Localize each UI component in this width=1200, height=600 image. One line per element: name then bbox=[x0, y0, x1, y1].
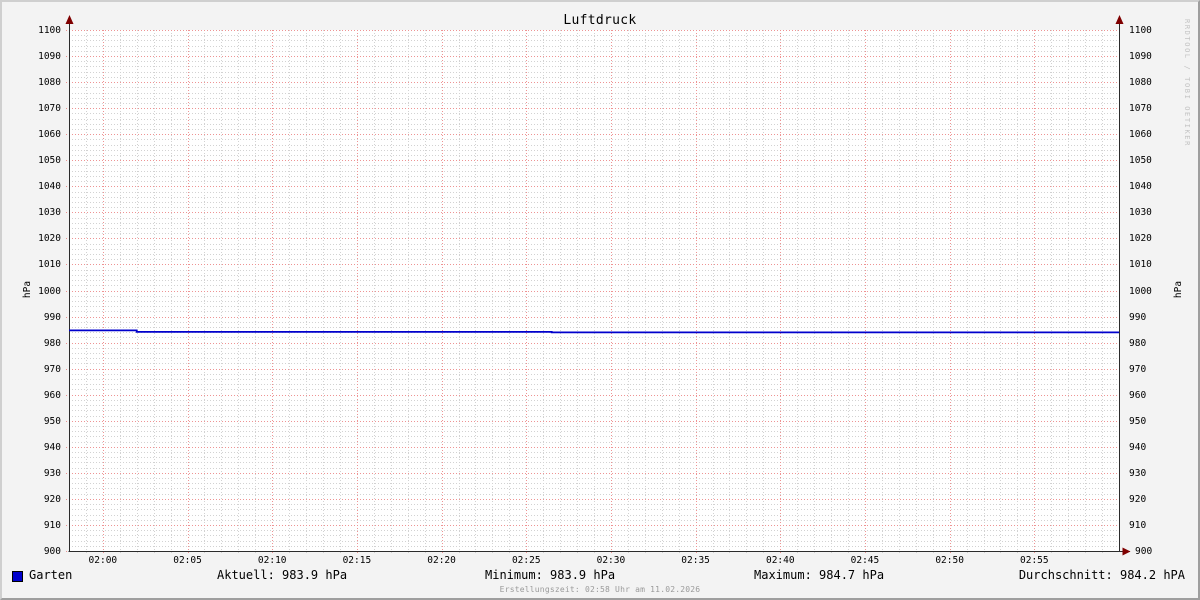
x-tick-label: 02:45 bbox=[850, 555, 880, 566]
y-tick-label-left: 1060 bbox=[38, 129, 61, 140]
y-tick-label-right: 1050 bbox=[1129, 155, 1152, 166]
y-tick-label-left: 940 bbox=[43, 442, 61, 453]
y-tick-label-left: 1010 bbox=[38, 259, 61, 270]
y-tick-label-right: 1030 bbox=[1129, 207, 1152, 218]
stat-minimum: Minimum: 983.9 hPa bbox=[485, 568, 616, 582]
y-tick-label-right: 1000 bbox=[1129, 286, 1152, 297]
x-tick-label: 02:40 bbox=[765, 555, 795, 566]
x-tick-label: 02:05 bbox=[173, 555, 202, 566]
x-axis-arrow-icon bbox=[1122, 547, 1131, 556]
y-tick-label-left: 960 bbox=[43, 390, 61, 401]
y-tick-label-right: 900 bbox=[1135, 546, 1153, 557]
y-tick-label-right: 1070 bbox=[1129, 103, 1152, 114]
y-tick-label-right: 1010 bbox=[1129, 259, 1152, 270]
y-tick-label-left: 900 bbox=[43, 546, 61, 557]
y-tick-label-right: 990 bbox=[1129, 312, 1147, 323]
stat-maximum: Maximum: 984.7 hPa bbox=[754, 568, 885, 582]
y-axis-arrow-left-icon bbox=[65, 15, 74, 24]
stat-durchschnitt: Durchschnitt: 984.2 hPA bbox=[1018, 568, 1185, 582]
y-tick-label-left: 920 bbox=[43, 494, 61, 505]
y-tick-label-left: 950 bbox=[43, 416, 61, 427]
x-tick-label: 02:55 bbox=[1020, 555, 1049, 566]
y-tick-label-right: 1040 bbox=[1129, 181, 1152, 192]
y-tick-label-right: 910 bbox=[1129, 520, 1147, 531]
y-tick-label-left: 910 bbox=[43, 520, 61, 531]
y-tick-label-left: 980 bbox=[43, 338, 61, 349]
rrdtool-graph: Luftdruck RRDTOOL / TOBI OETIKER hPa hPa… bbox=[0, 0, 1200, 600]
y-tick-label-right: 1100 bbox=[1129, 25, 1152, 36]
x-tick-label: 02:50 bbox=[935, 555, 964, 566]
y-tick-label-right: 1090 bbox=[1129, 51, 1152, 62]
legend-swatch-garten bbox=[12, 571, 23, 582]
y-tick-label-right: 960 bbox=[1129, 390, 1147, 401]
plot-area bbox=[65, 15, 1131, 556]
y-tick-label-left: 1020 bbox=[38, 233, 61, 244]
stat-aktuell: Aktuell: 983.9 hPa bbox=[217, 568, 348, 582]
y-tick-label-left: 1040 bbox=[38, 181, 61, 192]
y-tick-label-right: 1080 bbox=[1129, 77, 1152, 88]
x-tick-label: 02:10 bbox=[257, 555, 287, 566]
y-tick-label-left: 1080 bbox=[38, 77, 61, 88]
x-tick-label: 02:30 bbox=[596, 555, 626, 566]
y-tick-label-left: 990 bbox=[43, 312, 61, 323]
x-tick-label: 02:15 bbox=[342, 555, 372, 566]
creation-time: Erstellungszeit: 02:58 Uhr am 11.02.2026 bbox=[499, 585, 701, 594]
y-tick-label-left: 930 bbox=[43, 468, 61, 479]
y-tick-label-left: 1100 bbox=[38, 25, 61, 36]
y-tick-label-right: 1020 bbox=[1129, 233, 1152, 244]
legend-label-garten: Garten bbox=[29, 568, 73, 582]
y-tick-label-left: 1070 bbox=[38, 103, 61, 114]
y-tick-label-right: 920 bbox=[1129, 494, 1147, 505]
y-tick-label-left: 1090 bbox=[38, 51, 61, 62]
x-tick-label: 02:00 bbox=[88, 555, 118, 566]
y-tick-label-left: 1000 bbox=[38, 286, 61, 297]
y-tick-label-right: 1060 bbox=[1129, 129, 1152, 140]
y-tick-label-right: 930 bbox=[1129, 468, 1147, 479]
y-tick-label-left: 1030 bbox=[38, 207, 61, 218]
x-tick-label: 02:25 bbox=[511, 555, 541, 566]
y-tick-label-left: 1050 bbox=[38, 155, 61, 166]
y-axis-unit-right: hPa bbox=[1173, 280, 1185, 299]
x-tick-label: 02:20 bbox=[427, 555, 456, 566]
y-tick-label-right: 950 bbox=[1129, 416, 1147, 427]
y-tick-label-left: 970 bbox=[43, 364, 61, 375]
y-tick-label-right: 970 bbox=[1129, 364, 1147, 375]
y-axis-arrow-right-icon bbox=[1115, 15, 1124, 24]
y-tick-label-right: 940 bbox=[1129, 442, 1147, 453]
y-tick-label-right: 980 bbox=[1129, 338, 1147, 349]
x-tick-label: 02:35 bbox=[681, 555, 710, 566]
